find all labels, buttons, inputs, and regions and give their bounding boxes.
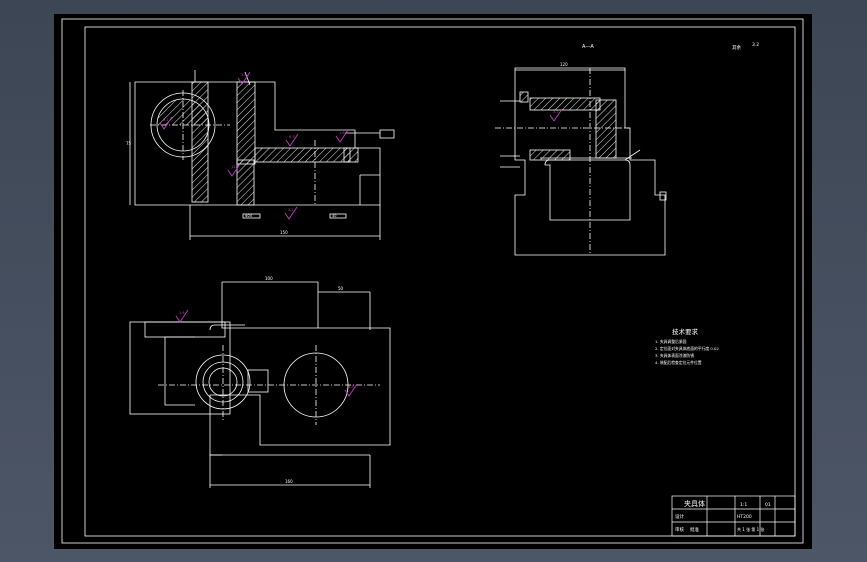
cad-drawing: A—A 其余 3.2 技术要求 1. 夹具调整后紧固 2. 定位面对夹具体底面的… — [54, 14, 812, 549]
title-material: HT200 — [737, 514, 752, 520]
title-scale: 1:1 — [740, 502, 747, 508]
dim-bottom-top: 100 — [265, 276, 273, 281]
tech-requirement-1: 1. 夹具调整后紧固 — [655, 339, 687, 344]
dim-bottom-right: 50 — [338, 286, 344, 291]
roughness-other-label: 其余 — [732, 44, 741, 51]
title-checker: 审核 — [675, 526, 684, 533]
title-designer: 设计 — [675, 513, 684, 520]
dim-top-left-sub2: 40 — [332, 214, 336, 218]
view-label: A—A — [582, 44, 594, 50]
title-drawing-no: 01 — [765, 502, 771, 508]
dim-top-left-sub1: Φ20 — [245, 214, 252, 218]
roughness-mark-6: 12.5 — [231, 165, 239, 169]
roughness-mark-8: 1.6 — [179, 311, 185, 315]
roughness-mark-5: 3.2 — [288, 208, 294, 212]
tech-requirement-3: 3. 夹具体表面涂漆防锈 — [655, 353, 694, 358]
dim-top-left-height: 75 — [126, 141, 132, 146]
roughness-other-value: 3.2 — [752, 42, 759, 48]
roughness-mark-3: 6.3 — [289, 135, 295, 139]
title-approve: 批准 — [690, 526, 699, 533]
roughness-mark-4: 1.6 — [339, 131, 345, 135]
roughness-mark-9: 6.3 — [348, 385, 354, 389]
tech-requirement-4: 4. 装配后检查定位元件位置 — [655, 360, 702, 365]
tech-requirements-title: 技术要求 — [672, 327, 699, 336]
title-sheet: 共 1 张 第 1 张 — [737, 526, 764, 532]
roughness-mark-7: 3.2 — [553, 110, 559, 114]
dim-bottom-bottom: 160 — [285, 479, 293, 484]
roughness-mark-2: 3.2 — [163, 118, 169, 122]
tech-requirement-2: 2. 定位面对夹具体底面的平行度 0.02 — [655, 346, 719, 351]
roughness-mark-1: 1.6 — [241, 73, 247, 77]
drawing-paper — [54, 14, 812, 549]
cad-viewport[interactable]: A—A 其余 3.2 技术要求 1. 夹具调整后紧固 2. 定位面对夹具体底面的… — [0, 0, 867, 562]
dim-top-right-width: 120 — [560, 62, 568, 67]
dim-top-left-total: 150 — [280, 230, 288, 235]
title-part-name: 夹具体 — [684, 499, 705, 508]
